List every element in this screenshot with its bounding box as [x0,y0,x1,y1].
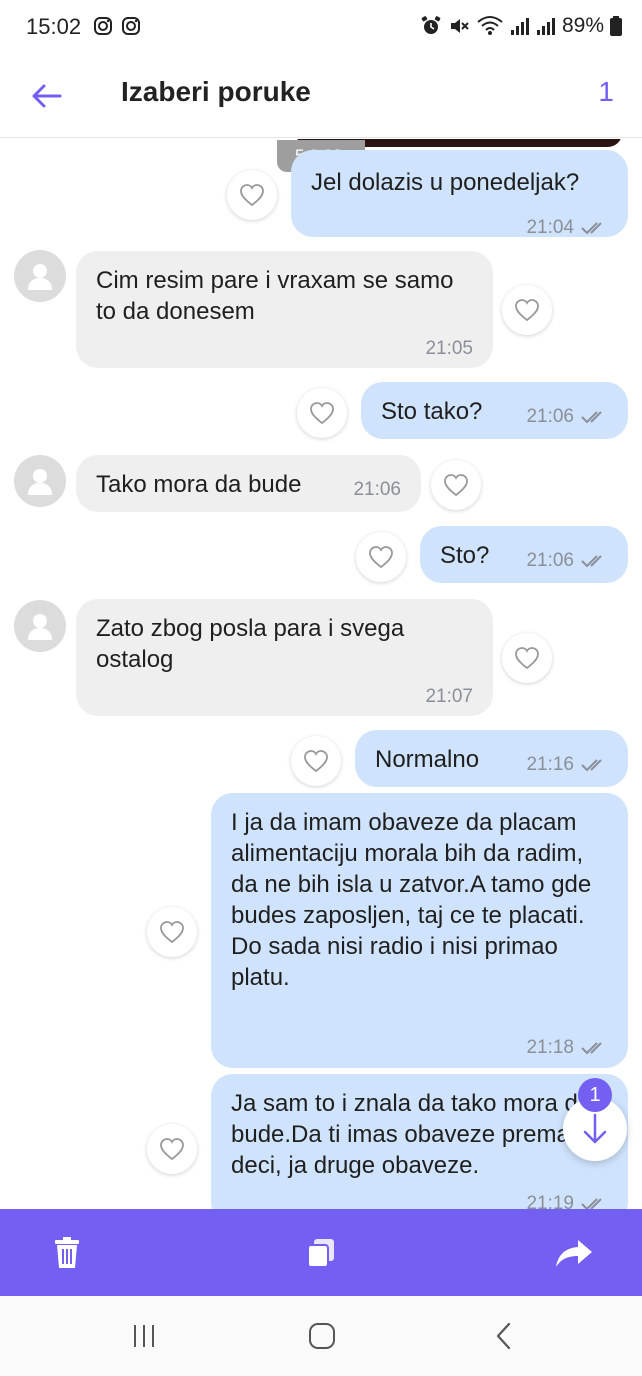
selection-action-bar [0,1209,642,1296]
heart-icon [515,299,539,322]
like-button[interactable] [147,1124,197,1174]
heart-icon [304,750,328,773]
message-bubble[interactable]: Sto? 21:06 [420,526,628,583]
message-bubble[interactable]: Sto tako? 21:06 [361,382,628,439]
battery-icon [610,16,622,36]
avatar[interactable] [14,250,66,302]
double-check-icon [581,221,602,234]
status-right: 89% [420,14,622,38]
system-nav-bar [0,1296,642,1376]
message-time: 21:06 [526,550,574,571]
like-button[interactable] [297,388,347,438]
message-text: I ja da imam obaveze da placam alimentac… [231,809,592,991]
message-meta: 21:06 [526,545,608,576]
user-icon [28,264,52,290]
message-text: Sto tako? [381,398,483,425]
mute-icon [450,19,469,33]
message-time: 21:16 [526,754,574,775]
message-text: Ja sam to i znala da tako mora da bude.D… [231,1090,592,1179]
forward-icon [556,1240,592,1267]
copy-button[interactable] [299,1231,343,1275]
app-bar: Izaberi poruke 1 [0,56,642,138]
instagram-icon [122,17,140,35]
back-icon [496,1322,511,1350]
message-bubble[interactable]: Normalno 21:16 [355,730,628,787]
home-icon [309,1323,335,1349]
like-button[interactable] [502,633,552,683]
heart-icon [160,921,184,944]
chat-area[interactable]: 5.8.23. Jel dolazis u ponedeljak? 21:04 … [0,139,642,1209]
copy-icon [307,1239,334,1268]
avatar[interactable] [14,600,66,652]
avatar[interactable] [14,455,66,507]
heart-icon [444,474,468,497]
like-button[interactable] [431,460,481,510]
user-icon [28,469,52,495]
recent-apps-button[interactable] [124,1316,164,1356]
double-check-icon [581,758,602,771]
like-button[interactable] [227,170,277,220]
status-bar: 15:02 89% [0,0,642,56]
delete-button[interactable] [45,1231,89,1275]
message-text: Jel dolazis u ponedeljak? [311,169,580,196]
double-check-icon [581,554,602,567]
message-meta: 21:06 [526,401,608,432]
message-meta: 21:05 [425,333,473,364]
message-time: 21:04 [526,217,574,238]
user-icon [28,614,52,640]
message-text: Tako mora da bude [96,471,302,498]
message-meta: 21:16 [526,749,608,780]
back-button[interactable] [26,76,66,116]
message-time: 21:06 [353,479,401,500]
message-bubble[interactable]: Cim resim pare i vraxam se samo to da do… [76,251,493,368]
message-text: Sto? [440,542,490,569]
wifi-icon [477,16,503,35]
unread-badge: 1 [578,1078,612,1112]
arrow-down-icon [583,1113,607,1144]
instagram-icon [94,17,112,35]
double-check-icon [581,1197,602,1209]
message-bubble[interactable]: Jel dolazis u ponedeljak? 21:04 [291,150,628,238]
selected-count: 1 [598,76,614,107]
message-meta: 21:04 [526,212,608,243]
message-bubble[interactable]: Zato zbog posla para i svega ostalog 21:… [76,599,493,716]
double-check-icon [581,410,602,423]
arrow-left-icon [32,84,62,108]
message-meta: 21:06 [353,474,401,505]
message-bubble[interactable]: Tako mora da bude 21:06 [76,455,421,512]
signal-icon [510,18,529,35]
trash-icon [55,1237,79,1268]
message-bubble[interactable]: I ja da imam obaveze da placam alimentac… [211,793,628,1068]
message-time: 21:05 [425,338,473,359]
message-text: Zato zbog posla para i svega ostalog [96,615,405,673]
forward-button[interactable] [552,1231,596,1275]
heart-icon [160,1138,184,1161]
heart-icon [369,546,393,569]
message-time: 21:06 [526,406,574,427]
alarm-icon [421,16,441,34]
battery-percent: 89% [561,14,604,37]
message-meta: 21:07 [425,681,473,712]
page-title: Izaberi poruke [121,76,311,107]
message-meta: 21:19 [526,1188,608,1209]
message-time: 21:07 [425,686,473,707]
message-meta: 21:18 [526,1032,608,1063]
message-text: Normalno [375,746,480,773]
recent-apps-icon [134,1325,154,1347]
like-button[interactable] [291,736,341,786]
home-button[interactable] [302,1316,342,1356]
signal-icon [536,18,555,35]
nav-back-button[interactable] [484,1316,524,1356]
double-check-icon [581,1041,602,1054]
heart-icon [515,647,539,670]
heart-icon [240,184,264,207]
message-text: Cim resim pare i vraxam se samo to da do… [96,267,454,325]
like-button[interactable] [502,285,552,335]
like-button[interactable] [356,532,406,582]
heart-icon [310,402,334,425]
message-time: 21:19 [526,1193,574,1209]
message-time: 21:18 [526,1037,574,1058]
like-button[interactable] [147,907,197,957]
status-time: 15:02 [26,14,82,39]
